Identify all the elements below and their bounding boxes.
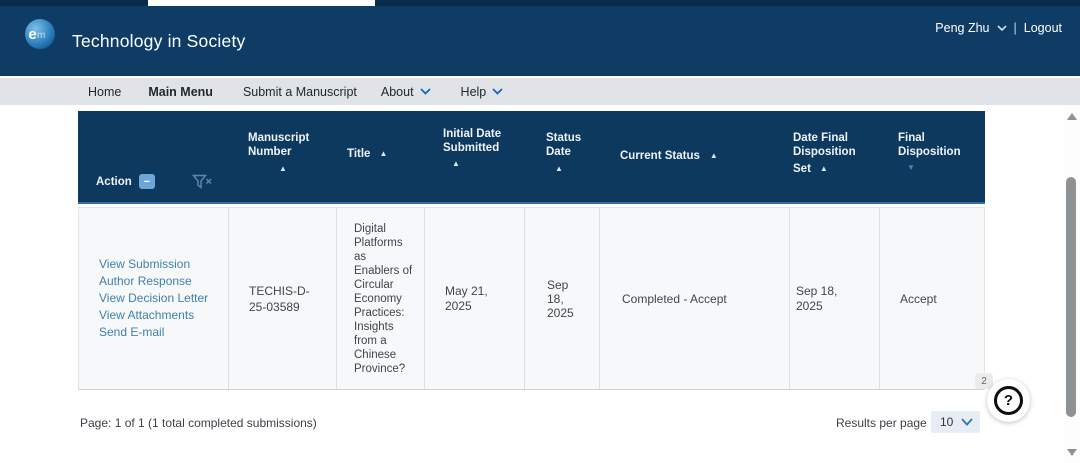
sort-ascending-icon: ▲: [379, 149, 387, 159]
editorial-manager-logo-icon: e m: [25, 19, 55, 49]
account-bar: Peng Zhu | Logout: [935, 21, 1062, 35]
column-header-label: Manuscript Number: [248, 132, 309, 158]
account-divider: |: [1014, 21, 1017, 35]
collapse-column-button[interactable]: −: [139, 174, 155, 189]
cell-final-disposition: Accept: [879, 208, 986, 389]
manuscript-number-value: TECHIS-D-25-03589: [249, 283, 318, 315]
view-decision-letter-link[interactable]: View Decision Letter: [99, 290, 228, 307]
chevron-down-icon[interactable]: [997, 25, 1007, 31]
column-header-label: Title: [347, 147, 370, 161]
cell-title: Digital Platforms as Enablers of Circula…: [336, 208, 424, 389]
scroll-up-arrow-icon[interactable]: [1067, 113, 1077, 120]
page-info: Page: 1 of 1 (1 total completed submissi…: [80, 416, 317, 430]
author-response-link[interactable]: Author Response: [99, 273, 228, 290]
nav-item-about[interactable]: About: [381, 85, 431, 99]
column-header-date-final-disposition-set[interactable]: Date Final Disposition Set ▲: [788, 111, 878, 202]
view-submission-link[interactable]: View Submission: [99, 256, 228, 273]
current-status-value: Completed - Accept: [622, 292, 789, 306]
column-header-action: Action −: [78, 111, 227, 202]
completed-submissions-table: Action − Manuscript Number ▲ Title ▲ Ini…: [78, 111, 985, 390]
cell-status-date: Sep 18, 2025: [524, 208, 599, 389]
status-date-value: Sep 18, 2025: [547, 278, 585, 320]
title-value: Digital Platforms as Enablers of Circula…: [354, 222, 413, 376]
column-header-label: Date Final Disposition: [793, 132, 856, 158]
nav-item-main-menu[interactable]: Main Menu: [148, 85, 213, 99]
column-header-initial-date-submitted[interactable]: Initial Date Submitted ▲: [423, 111, 523, 202]
cell-manuscript-number: TECHIS-D-25-03589: [228, 208, 336, 389]
help-notification-badge: 2: [975, 373, 993, 389]
chevron-down-icon: [492, 88, 503, 95]
sort-ascending-icon: ▲: [452, 159, 503, 169]
cell-date-final-disposition-set: Sep 18, 2025: [789, 208, 879, 389]
nav-item-home[interactable]: Home: [88, 85, 121, 99]
results-per-page-value: 10: [940, 415, 953, 429]
sort-descending-icon: ▼: [907, 163, 964, 173]
question-mark-glyph: ?: [1004, 392, 1013, 409]
logout-link[interactable]: Logout: [1024, 21, 1062, 35]
main-nav: Home Main Menu Submit a Manuscript About…: [0, 76, 1080, 105]
help-button[interactable]: ?: [987, 379, 1030, 422]
nav-item-help[interactable]: Help: [461, 85, 504, 99]
chevron-down-icon: [961, 418, 973, 426]
sort-ascending-icon: ▲: [820, 164, 828, 174]
sort-ascending-icon: ▲: [555, 164, 588, 174]
column-header-label: Status Date: [546, 132, 581, 158]
chevron-down-icon: [420, 88, 431, 95]
view-attachments-link[interactable]: View Attachments: [99, 307, 228, 324]
table-header-row: Action − Manuscript Number ▲ Title ▲ Ini…: [78, 111, 985, 204]
scrollbar-thumb[interactable]: [1066, 177, 1076, 417]
column-header-current-status[interactable]: Current Status ▲: [598, 111, 788, 202]
vertical-scrollbar: [1063, 105, 1080, 463]
app-header: e m Technology in Society Peng Zhu | Log…: [0, 6, 1080, 76]
user-menu[interactable]: Peng Zhu: [935, 21, 989, 35]
question-mark-icon: ?: [994, 386, 1023, 415]
column-header-status-date[interactable]: Status Date ▲: [523, 111, 598, 202]
table-row: View Submission Author Response View Dec…: [78, 207, 985, 390]
nav-item-about-label: About: [381, 85, 414, 99]
initial-date-value: May 21, 2025: [445, 284, 509, 314]
sort-ascending-icon: ▲: [279, 164, 323, 174]
scroll-down-arrow-icon[interactable]: [1067, 449, 1077, 456]
final-disposition-value: Accept: [900, 292, 986, 306]
column-header-final-disposition[interactable]: Final Disposition ▼: [878, 111, 985, 202]
cell-current-status: Completed - Accept: [599, 208, 789, 389]
column-header-title[interactable]: Title ▲: [335, 111, 423, 202]
column-header-label-set: Set: [793, 162, 811, 176]
logo-letter-m: m: [37, 31, 46, 41]
send-email-link[interactable]: Send E-mail: [99, 324, 228, 341]
cell-initial-date-submitted: May 21, 2025: [424, 208, 524, 389]
sort-ascending-icon: ▲: [710, 151, 718, 161]
minus-icon: −: [144, 175, 150, 189]
date-final-disposition-value: Sep 18, 2025: [796, 284, 849, 314]
cell-action-links: View Submission Author Response View Dec…: [79, 208, 228, 389]
clear-filter-icon[interactable]: [192, 174, 213, 191]
journal-title: Technology in Society: [72, 31, 245, 52]
column-header-label: Initial Date Submitted: [443, 128, 501, 154]
column-header-label: Final Disposition: [898, 132, 961, 158]
results-per-page-label: Results per page: [836, 416, 927, 430]
logo-letter: e: [28, 27, 36, 42]
column-header-action-label: Action: [96, 175, 132, 189]
nav-item-submit-manuscript[interactable]: Submit a Manuscript: [243, 85, 357, 99]
results-per-page-select[interactable]: 10: [931, 411, 980, 433]
nav-item-help-label: Help: [461, 85, 487, 99]
column-header-label: Current Status: [620, 149, 700, 163]
column-header-manuscript-number[interactable]: Manuscript Number ▲: [227, 111, 335, 202]
